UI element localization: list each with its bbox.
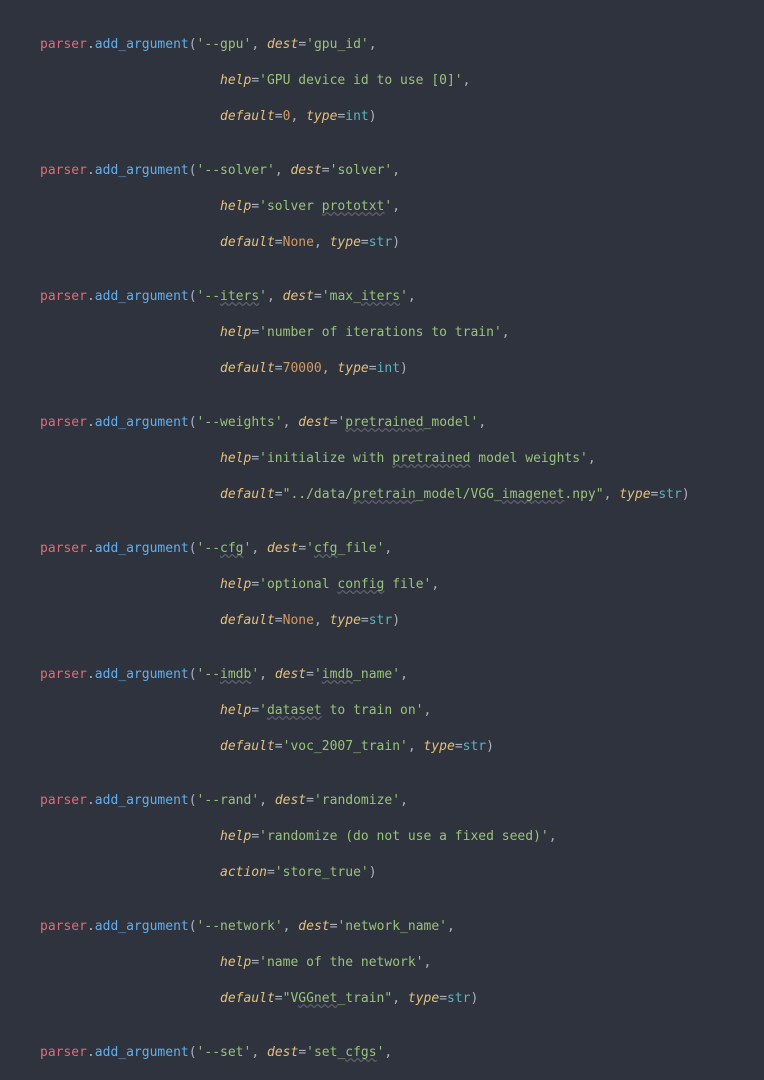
kwarg: default [220,109,275,124]
code-line: parser.add_argument('--solver', dest='so… [4,162,764,180]
kwarg: type [306,109,337,124]
code-line: parser.add_argument('--weights', dest='p… [4,414,764,432]
kwarg: dest [267,37,298,52]
code-line: help='initialize with pretrained model w… [4,450,764,468]
code-line: help='GPU device id to use [0]', [4,72,764,90]
spellcheck-squiggle: prototxt [322,199,385,214]
code-line: default=0, type=int) [4,108,764,126]
code-line: parser.add_argument('--gpu', dest='gpu_i… [4,36,764,54]
code-line: default=None, type=str) [4,234,764,252]
string-literal: 'gpu_id' [306,37,369,52]
kwarg: help [220,73,251,88]
builtin-type: int [345,109,368,124]
method-call: add_argument [95,37,189,52]
code-line: help='solver prototxt', [4,198,764,216]
code-line: parser.add_argument('--iters', dest='max… [4,288,764,306]
code-line: help='randomize (do not use a fixed seed… [4,828,764,846]
code-line: parser.add_argument('--cfg', dest='cfg_f… [4,540,764,558]
identifier: parser [40,37,87,52]
code-line: help='name of the network', [4,954,764,972]
none-const: None [283,235,314,250]
code-line: default="../data/pretrain_model/VGG_imag… [4,486,764,504]
code-line: action='store_true') [4,864,764,882]
code-line: parser.add_argument('--set', dest='set_c… [4,1044,764,1062]
code-line: help='number of iterations to train', [4,324,764,342]
code-editor-viewport[interactable]: parser.add_argument('--gpu', dest='gpu_i… [0,0,764,1080]
code-line: parser.add_argument('--rand', dest='rand… [4,792,764,810]
code-line: parser.add_argument('--imdb', dest='imdb… [4,666,764,684]
code-line: help='dataset to train on', [4,702,764,720]
code-line: help='optional config file', [4,576,764,594]
string-literal: '--gpu' [197,37,252,52]
code-line: default='voc_2007_train', type=str) [4,738,764,756]
code-line: default=None, type=str) [4,612,764,630]
code-line: default="VGGnet_train", type=str) [4,990,764,1008]
code-line: default=70000, type=int) [4,360,764,378]
string-literal: 'GPU device id to use [0]' [259,73,463,88]
code-line: parser.add_argument('--network', dest='n… [4,918,764,936]
